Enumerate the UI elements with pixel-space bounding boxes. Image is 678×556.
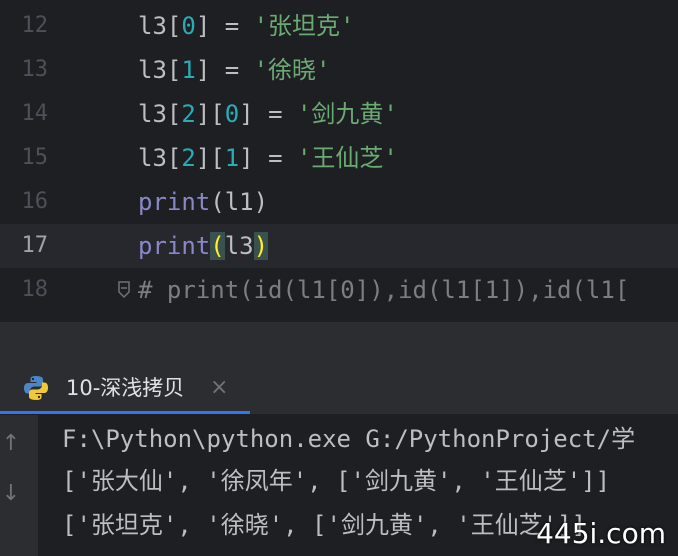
tab-run-config[interactable]: 10-深浅拷贝 ×: [0, 362, 250, 414]
console-toolbar: ↑ ↓: [0, 415, 38, 556]
run-panel-header: 10-深浅拷贝 ×: [0, 362, 678, 415]
line-number: 15: [21, 145, 49, 170]
code-text[interactable]: l3[2][1] = '王仙芝': [138, 136, 398, 180]
scroll-down-icon[interactable]: ↓: [0, 481, 22, 506]
scroll-up-icon[interactable]: ↑: [0, 431, 22, 456]
code-text[interactable]: l3[0] = '张坦克': [138, 4, 355, 48]
line-number: 12: [21, 13, 49, 38]
code-line-15[interactable]: 15 l3[2][1] = '王仙芝': [0, 136, 678, 180]
code-line-18[interactable]: 18 # print(id(l1[0]),id(l1[1]),id(l1[: [0, 268, 678, 312]
matched-bracket: ): [253, 232, 269, 260]
code-comment[interactable]: # print(id(l1[0]),id(l1[1]),id(l1[: [138, 268, 629, 312]
close-icon[interactable]: ×: [210, 362, 228, 414]
console-line: ['张大仙', '徐凤年', ['剑九黄', '王仙芝']]: [62, 467, 611, 495]
watermark-logo: 445i.com: [536, 517, 666, 550]
code-line-14[interactable]: 14 l3[2][0] = '剑九黄': [0, 92, 678, 136]
python-icon: [24, 376, 48, 400]
line-number: 13: [21, 57, 49, 82]
code-text[interactable]: print(l3): [138, 224, 269, 268]
code-line-17-current[interactable]: 17 print(l3): [0, 224, 678, 268]
line-number: 16: [21, 189, 49, 214]
panel-splitter[interactable]: [0, 322, 678, 362]
matched-bracket: (: [210, 232, 225, 260]
code-editor[interactable]: 12 l3[0] = '张坦克' 13 l3[1] = '徐晓' 14 l3[2…: [0, 0, 678, 322]
code-line-16[interactable]: 16 print(l1): [0, 180, 678, 224]
console-line: F:\Python\python.exe G:/PythonProject/学: [62, 425, 636, 453]
code-text[interactable]: l3[2][0] = '剑九黄': [138, 92, 398, 136]
tab-label: 10-深浅拷贝: [66, 376, 185, 400]
code-text[interactable]: print(l1): [138, 180, 268, 224]
fold-icon[interactable]: [117, 280, 131, 300]
code-line-13[interactable]: 13 l3[1] = '徐晓': [0, 48, 678, 92]
line-number: 14: [21, 101, 49, 126]
line-number: 18: [21, 277, 49, 302]
code-text[interactable]: l3[1] = '徐晓': [138, 48, 331, 92]
code-line-12[interactable]: 12 l3[0] = '张坦克': [0, 4, 678, 48]
line-number: 17: [21, 233, 49, 258]
console-line: ['张坦克', '徐晓', ['剑九黄', '王仙芝']]: [62, 511, 587, 539]
